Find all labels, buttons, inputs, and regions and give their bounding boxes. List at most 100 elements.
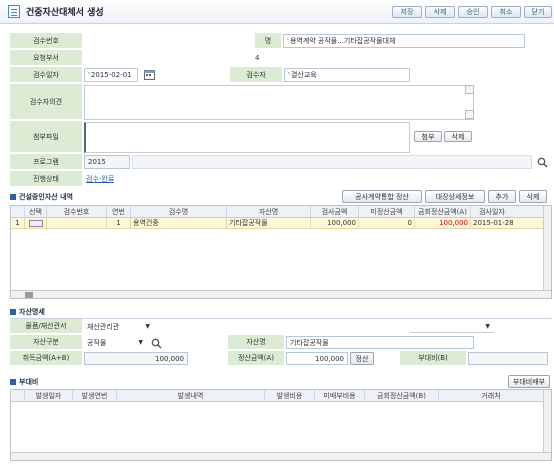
grid-col-inspection-name: 검수명 [131, 206, 227, 217]
chevron-down-icon[interactable]: ▼ [138, 339, 143, 346]
label-opinion: 검수자의견 [10, 84, 82, 120]
item-name-field[interactable]: ' 용역계약 공작물...기타잡공작물대체 [283, 34, 525, 48]
item-name-value: 용역계약 공작물...기타잡공작물대체 [289, 37, 396, 45]
asset-grid: 선택 검수번호 연번 검수명 자산명 검사금액 미정산금액 금회정산금액(A) … [10, 205, 552, 299]
asset-grid-vscroll[interactable] [543, 206, 551, 290]
category-value: 재산관리관 [87, 322, 120, 331]
table-row[interactable]: 1 1 용역건중 기타잡공작물 100,000 0 100,000 2015-0… [11, 218, 551, 229]
add-row-button[interactable]: 추가 [488, 190, 516, 203]
extra-col-date: 발생일자 [25, 390, 73, 401]
row-asset-name: 기타잡공작물 [227, 218, 311, 228]
inspector-field[interactable]: ' 결산교육 [284, 68, 410, 82]
hscroll-thumb[interactable] [25, 292, 33, 298]
asset-type-search-icon[interactable] [150, 337, 162, 349]
label-inspection-no: 검수번호 [10, 33, 82, 49]
inspection-date-field[interactable]: ' 2015-02-01 [84, 68, 138, 82]
label-progress: 진행상태 [10, 171, 82, 187]
label-program: 프로그램 [10, 154, 82, 170]
extra-col-detail: 발생내역 [117, 390, 265, 401]
settle-amount-value: 100,000 [315, 354, 344, 363]
extra-grid-hscroll[interactable] [11, 452, 551, 460]
section-marker-icon [10, 309, 16, 315]
program-field[interactable]: 2015 [84, 155, 130, 169]
close-button[interactable]: 닫기 [524, 6, 552, 18]
inspection-date-value: 2015-02-01 [90, 71, 132, 79]
grid-col-amount: 검사금액 [311, 206, 359, 217]
row-date: 2015-01-28 [473, 219, 513, 227]
grid-col-inspection-no: 검수번호 [47, 206, 107, 217]
grid-col-select: 선택 [25, 206, 47, 217]
row-unsettled: 0 [359, 218, 415, 228]
grid-col-unsettled: 미정산금액 [359, 206, 415, 217]
acq-amount-field: 100,000 [84, 352, 188, 365]
chevron-down-icon[interactable]: ▼ [145, 323, 150, 330]
label-settle-amount: 정산금액(A) [228, 351, 284, 366]
asset-section-title-text: 건설중인자산 내역 [19, 193, 73, 201]
settle-button[interactable]: 정산 [350, 352, 374, 365]
delete-row-button[interactable]: 삭제 [519, 190, 547, 203]
chevron-down-icon[interactable]: ▼ [485, 323, 490, 330]
document-icon [8, 5, 20, 18]
extra-grid-header: 발생일자 발생연번 발생내역 발생비용 미배부비용 금회정산금액(B) 거래처 [11, 390, 551, 402]
extra-col-vendor: 거래처 [481, 391, 501, 400]
contract-settle-button[interactable]: 공사계약통합 정산 [342, 190, 422, 203]
row-inspection-name: 용역건중 [131, 218, 227, 228]
progress-link[interactable]: 검수-완료 [86, 171, 114, 187]
row-inspection-no [47, 218, 107, 228]
label-attachment: 첨부파일 [10, 121, 82, 153]
row-settle: 100,000 [415, 218, 471, 228]
grid-col-settle: 금회정산금액(A) [415, 206, 471, 217]
label-asset-type: 자산구분 [10, 335, 82, 350]
extra-col-rownum [11, 390, 25, 401]
label-category: 물품/재산관서 [10, 319, 82, 334]
program-name-field[interactable] [132, 155, 532, 169]
extra-grid: 발생일자 발생연번 발생내역 발생비용 미배부비용 금회정산금액(B) 거래처 [10, 389, 552, 461]
attach-button[interactable]: 첨부 [414, 131, 442, 142]
grid-col-date: 검사일자 [479, 207, 505, 216]
calendar-icon[interactable] [143, 68, 155, 81]
extra-col-cost: 발생비용 [265, 390, 315, 401]
opinion-scroll-up[interactable] [465, 85, 474, 94]
asset-section-title: 건설중인자산 내역 [10, 191, 73, 203]
asset-name-field[interactable]: 기타잡공작물 [286, 336, 474, 349]
label-acq-amount: 취득금액(A+B) [10, 351, 82, 366]
save-button[interactable]: 저장 [392, 6, 422, 18]
cancel-button[interactable]: 취소 [491, 6, 521, 18]
delete-button[interactable]: 삭제 [425, 6, 455, 18]
section-marker-icon [10, 379, 16, 385]
category-secondary-select[interactable]: ▼ [410, 320, 494, 333]
detail-top-line [10, 318, 552, 319]
label-item-name: 명 [255, 33, 281, 49]
detail-section-title-text: 자산명세 [19, 308, 45, 316]
row-number: 1 [11, 218, 25, 228]
section-marker-icon [10, 194, 16, 200]
row-select-cell[interactable] [25, 218, 47, 228]
approve-button[interactable]: 승인 [458, 6, 488, 18]
ledger-detail-button[interactable]: 대장상세정보 [425, 190, 485, 203]
extra-col-undistributed: 미배부비용 [315, 390, 365, 401]
opinion-textarea[interactable] [84, 85, 474, 120]
label-extra-cost: 부대비(B) [400, 351, 466, 366]
page-title: 건중자산대체서 생성 [26, 8, 104, 18]
asset-grid-hscroll[interactable] [11, 290, 551, 298]
extra-distribute-button[interactable]: 부대비배부 [508, 375, 550, 388]
extra-col-seq: 발생연번 [73, 390, 117, 401]
acq-amount-value: 100,000 [155, 354, 184, 363]
asset-type-select[interactable]: 공작물 ▼ [84, 336, 146, 349]
extra-cost-field [468, 352, 548, 365]
inspector-value: 결산교육 [290, 71, 317, 79]
detail-section-title: 자산명세 [10, 306, 45, 318]
row-seq: 1 [107, 218, 131, 228]
label-asset-name: 자산명 [228, 335, 284, 350]
program-search-icon[interactable] [536, 156, 548, 168]
asset-grid-header: 선택 검수번호 연번 검수명 자산명 검사금액 미정산금액 금회정산금액(A) … [11, 206, 551, 218]
attachment-list[interactable] [84, 122, 410, 153]
asset-type-value: 공작물 [87, 338, 107, 347]
row-select-icon[interactable] [28, 219, 43, 227]
category-select[interactable]: 재산관리관 ▼ [84, 320, 154, 333]
label-inspector: 검수자 [230, 67, 282, 83]
opinion-scroll-down[interactable] [465, 110, 474, 119]
attach-delete-button[interactable]: 삭제 [444, 131, 472, 142]
extra-section-title: 부대비 [10, 376, 38, 388]
extra-grid-vscroll[interactable] [543, 390, 551, 452]
